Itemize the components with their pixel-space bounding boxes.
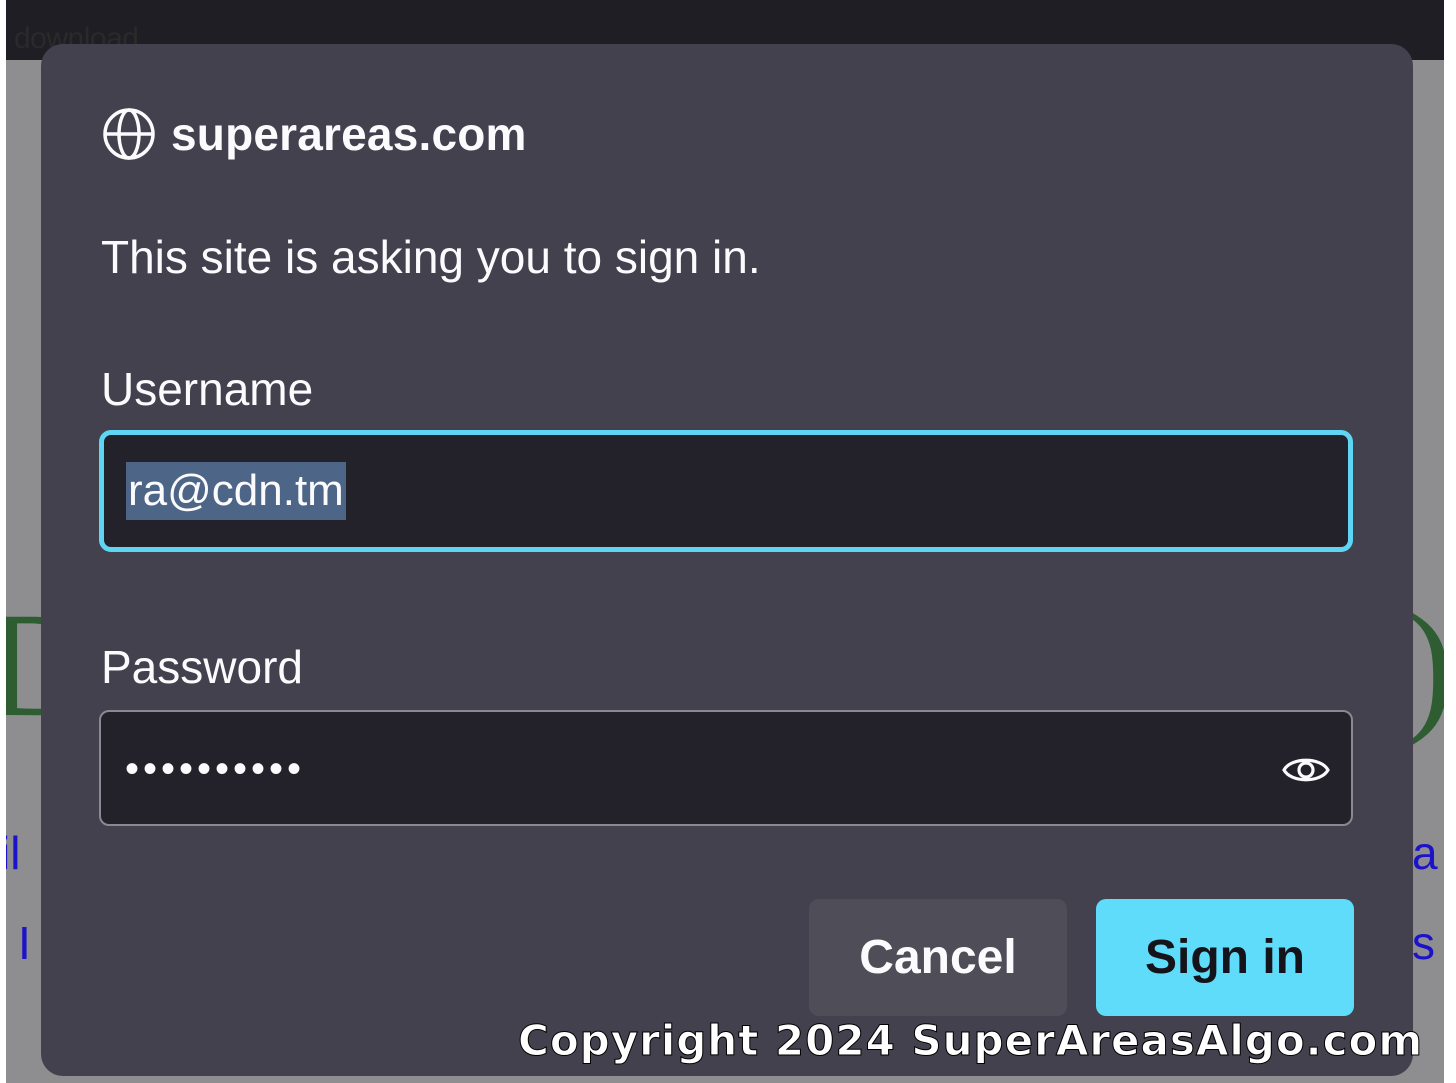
site-header: superareas.com (101, 106, 527, 162)
sign-in-dialog: superareas.com This site is asking you t… (41, 44, 1413, 1076)
cancel-button[interactable]: Cancel (809, 899, 1067, 1016)
site-name: superareas.com (171, 108, 527, 160)
background-link-right-top: a (1412, 827, 1438, 879)
globe-icon (103, 108, 155, 160)
background-link-left-top: il (6, 827, 21, 879)
username-field[interactable]: ra@cdn.tm (99, 430, 1353, 552)
background-link-right-bottom: s (1412, 917, 1435, 969)
username-value[interactable]: ra@cdn.tm (126, 462, 346, 520)
password-field[interactable]: •••••••••• (99, 710, 1353, 826)
background-link-left-bottom: I (18, 917, 31, 969)
password-label: Password (101, 641, 303, 693)
sign-in-button[interactable]: Sign in (1096, 899, 1354, 1016)
username-label: Username (101, 363, 314, 415)
copyright-watermark: Copyright 2024 SuperAreasAlgo.com (517, 1016, 1424, 1066)
sign-in-prompt: This site is asking you to sign in. (101, 231, 761, 283)
eye-icon[interactable] (1281, 745, 1331, 795)
password-value[interactable]: •••••••••• (125, 740, 305, 798)
